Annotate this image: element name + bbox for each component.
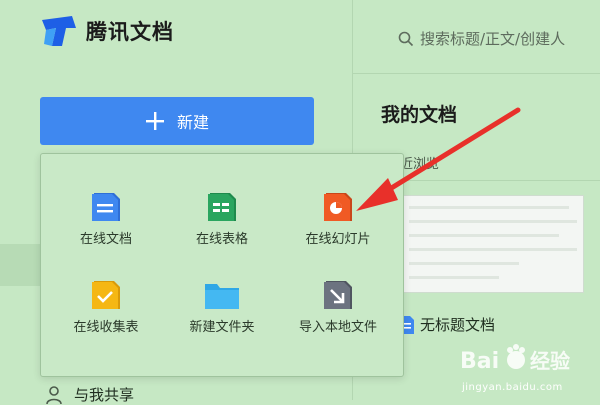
new-button[interactable]: 新建 [40, 97, 314, 145]
svg-text:经验: 经验 [530, 349, 570, 373]
menu-item-label: 在线表格 [195, 232, 248, 247]
header-divider [353, 73, 600, 74]
sidebar-item-label: 与我共享 [74, 386, 135, 404]
document-thumbnail[interactable] [396, 195, 584, 293]
search-input[interactable] [420, 30, 600, 48]
sheet-icon [208, 193, 236, 221]
plus-icon [145, 112, 164, 130]
thumbnail-line [409, 220, 577, 223]
new-menu: 在线文档 在线表格 在线幻灯片 在线收集表 新建文件夹 导入本地文件 [40, 153, 404, 377]
menu-item-label: 在线幻灯片 [305, 232, 371, 247]
recent-label: 近浏览 [400, 157, 440, 172]
watermark-url: jingyan.baidu.com [462, 382, 563, 393]
import-icon [324, 281, 352, 309]
slides-icon [324, 193, 352, 221]
menu-item-online-slides[interactable]: 在线幻灯片 [282, 192, 394, 262]
thumbnail-line [409, 276, 499, 279]
tencent-docs-logo-icon [42, 16, 76, 46]
menu-item-online-doc[interactable]: 在线文档 [50, 192, 162, 262]
menu-item-label: 新建文件夹 [189, 320, 255, 335]
new-button-label: 新建 [176, 113, 209, 132]
watermark-logo: Bai 经验 [460, 344, 570, 374]
thumbnail-line [409, 248, 577, 251]
menu-item-online-sheet[interactable]: 在线表格 [166, 192, 278, 262]
doc-icon [92, 193, 120, 221]
svg-text:Bai: Bai [460, 349, 499, 374]
app-logo[interactable]: 腾讯文档 [40, 14, 174, 48]
search-bar[interactable] [398, 30, 600, 48]
menu-item-label: 导入本地文件 [298, 320, 377, 335]
recent-divider [381, 180, 600, 181]
app-title: 腾讯文档 [86, 20, 174, 44]
page-title: 我的文档 [381, 104, 458, 126]
watermark: Bai 经验 jingyan.baidu.com [458, 332, 598, 400]
menu-item-import-file[interactable]: 导入本地文件 [282, 280, 394, 350]
form-icon [92, 281, 120, 309]
search-icon [398, 31, 414, 47]
thumbnail-line [409, 262, 519, 265]
menu-item-label: 在线文档 [79, 232, 132, 247]
menu-item-new-folder[interactable]: 新建文件夹 [166, 280, 278, 350]
thumbnail-line [409, 206, 569, 209]
thumbnail-line [409, 234, 559, 237]
menu-item-label: 在线收集表 [73, 320, 139, 335]
sidebar-item-shared[interactable]: 与我共享 [44, 384, 134, 405]
folder-icon [205, 284, 239, 309]
person-icon [46, 385, 62, 404]
menu-item-online-form[interactable]: 在线收集表 [50, 280, 162, 350]
sidebar-active-row [0, 244, 40, 286]
